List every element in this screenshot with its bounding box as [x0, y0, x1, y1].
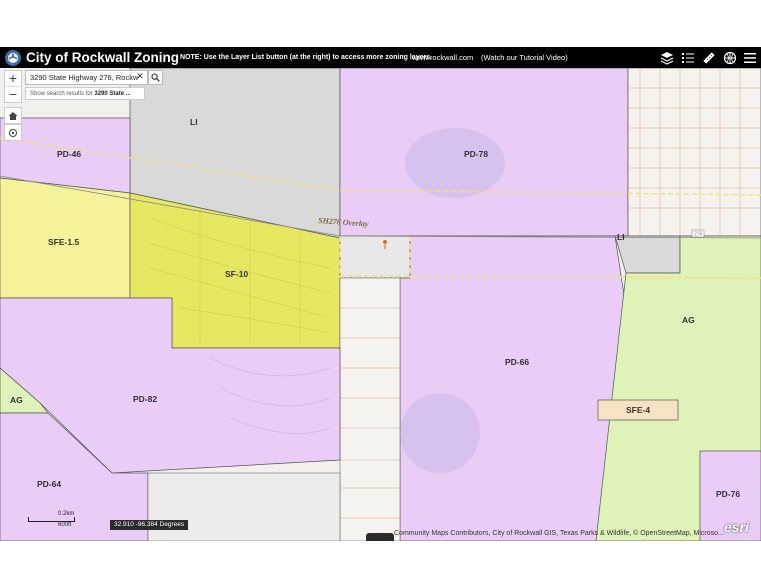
home-button[interactable] — [4, 107, 22, 124]
zone-label-li-east: LI — [617, 232, 625, 242]
suggestion-prefix: Show search results for — [30, 91, 95, 97]
central-parcel-strip — [339, 277, 401, 541]
zone-label-sfe-1-5: SFE-1.5 — [48, 237, 79, 247]
collapse-panel-button[interactable] — [366, 533, 394, 541]
scale-km-label: 0.2km — [58, 511, 75, 517]
locate-button[interactable] — [4, 124, 22, 141]
esri-logo: esri — [724, 519, 749, 535]
zone-label-sfe-4: SFE-4 — [626, 405, 650, 415]
zone-label-pd-64: PD-64 — [37, 479, 61, 489]
zone-label-sf-10: SF-10 — [225, 269, 248, 279]
search-widget: 3290 State Highway 276, Rockw ✕ — [25, 70, 163, 87]
menu-icon[interactable] — [741, 49, 758, 66]
map-attribution: Community Maps Contributors, City of Roc… — [394, 530, 724, 537]
scale-ft-label: 600ft — [58, 522, 72, 528]
zone-label-ag-east: AG — [682, 315, 695, 325]
bottom-unzoned-area — [147, 472, 341, 541]
search-icon — [151, 73, 160, 82]
search-button[interactable] — [148, 70, 163, 85]
layers-icon[interactable] — [658, 49, 675, 66]
zone-east-residential[interactable] — [627, 68, 761, 237]
road-shield-text: 276 — [694, 232, 703, 238]
zone-label-pd-66: PD-66 — [505, 357, 529, 367]
map-app: City of Rockwall Zoning NOTE: Use the La… — [0, 47, 761, 541]
suggestion-term: 3290 State ... — [94, 91, 131, 97]
zone-label-pd-76: PD-76 — [716, 489, 740, 499]
home-icon — [8, 111, 18, 120]
zone-label-pd-82: PD-82 — [133, 394, 157, 404]
pond-shape — [405, 128, 505, 198]
zoom-out-button[interactable]: − — [5, 86, 21, 102]
zone-label-ag-west: AG — [10, 395, 23, 405]
locate-icon — [9, 128, 17, 137]
zone-label-pd-46: PD-46 — [57, 149, 81, 159]
website-link[interactable]: www.rockwall.com — [412, 53, 473, 62]
clear-search-icon[interactable]: ✕ — [135, 71, 145, 82]
zoning-map[interactable]: PD-46 PD-78 LI SFE-1.5 SF-10 LI PD-66 AG… — [0, 68, 761, 541]
layer-note: NOTE: Use the Layer List button (at the … — [180, 54, 433, 61]
zone-li-small[interactable] — [339, 235, 411, 279]
basemap-gallery-icon[interactable] — [721, 49, 738, 66]
search-input[interactable]: 3290 State Highway 276, Rockw — [25, 70, 148, 85]
scale-bar: 0.2km 600ft — [28, 511, 75, 528]
city-logo-icon — [5, 49, 21, 66]
zoom-control: + − — [4, 70, 22, 103]
zone-pd-66[interactable] — [399, 235, 627, 541]
tutorial-video-link[interactable]: (Watch our Tutorial Video) — [481, 53, 568, 62]
layer-list-icon[interactable] — [679, 49, 696, 66]
app-header: City of Rockwall Zoning NOTE: Use the La… — [0, 47, 761, 68]
search-suggestion[interactable]: Show search results for 3290 State ... — [25, 87, 145, 100]
zone-li-east[interactable] — [614, 235, 681, 274]
pd66-pond-shape — [400, 393, 480, 473]
zone-label-pd-78: PD-78 — [464, 149, 488, 159]
coordinate-readout: 32.910 -96.384 Degrees — [110, 520, 189, 530]
zoom-in-button[interactable]: + — [5, 71, 21, 86]
measure-icon[interactable] — [700, 49, 717, 66]
zone-label-li-north: LI — [190, 117, 198, 127]
app-title: City of Rockwall Zoning — [26, 50, 180, 65]
